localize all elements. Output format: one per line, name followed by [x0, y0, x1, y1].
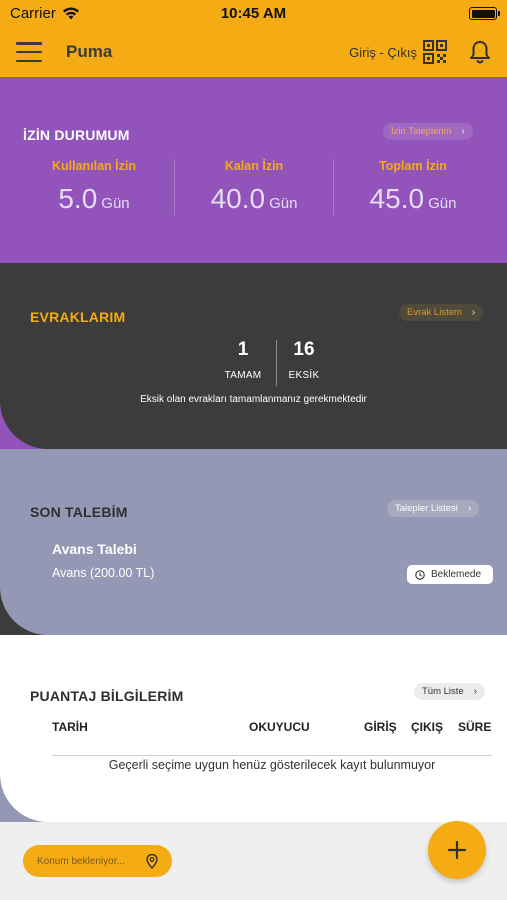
remaining-leave-label: Kalan İzin — [224, 159, 284, 173]
clock: 10:45 AM — [220, 5, 287, 22]
last-request-section-wrap: SON TALEBİM Talepler Listesi › Avans Tal… — [0, 449, 507, 635]
leave-status-section: İZİN DURUMUM İzin Taleplerim › Kullanıla… — [0, 77, 507, 263]
all-list-link[interactable]: Tüm Liste › — [414, 683, 486, 700]
status-bar: Carrier 10:45 AM — [0, 0, 507, 27]
documents-section-wrap: EVRAKLARIM Evrak Listem › 1 TAMAM 16 EKS… — [0, 263, 507, 449]
remaining-leave-value: 40.0 — [210, 183, 266, 214]
status-label: Beklemede — [431, 569, 482, 580]
document-list-link[interactable]: Evrak Listem › — [399, 304, 484, 321]
total-leave-stat: Toplam İzin 45.0 Gün — [333, 159, 493, 215]
qr-code-icon — [423, 40, 447, 64]
last-request-section: SON TALEBİM Talepler Listesi › Avans Tal… — [0, 449, 507, 635]
status-right — [337, 7, 500, 20]
bell-icon[interactable] — [469, 40, 491, 64]
carrier-label: Carrier — [10, 5, 56, 22]
checkin-label: Giriş - Çıkış — [349, 44, 417, 60]
missing-label: EKSİK — [288, 370, 320, 381]
docs-divider — [276, 340, 277, 386]
location-label: Konum bekleniyor... — [37, 855, 125, 867]
complete-docs-count: 1 TAMAM — [218, 339, 268, 381]
status-left: Carrier — [10, 5, 170, 22]
clock-icon — [415, 569, 425, 580]
used-leave-label: Kullanılan İzin — [51, 159, 137, 173]
requests-list-link[interactable]: Talepler Listesi › — [387, 500, 480, 517]
leave-requests-link[interactable]: İzin Taleplerim › — [383, 123, 473, 140]
status-badge: Beklemede — [407, 565, 493, 584]
chevron-right-icon: › — [467, 503, 472, 514]
timesheet-section: PUANTAJ BİLGİLERİM Tüm Liste › TARİH OKU… — [0, 635, 507, 822]
used-leave-stat: Kullanılan İzin 5.0 Gün — [14, 159, 174, 215]
column-header-out: ÇIKIŞ — [411, 720, 444, 734]
total-leave-label: Toplam İzin — [379, 159, 447, 173]
checkin-button[interactable]: Giriş - Çıkış — [349, 40, 447, 64]
table-divider — [52, 755, 492, 756]
request-title[interactable]: Avans Talebi — [52, 541, 137, 557]
documents-section: EVRAKLARIM Evrak Listem › 1 TAMAM 16 EKS… — [0, 263, 507, 449]
column-header-date: TARİH — [52, 720, 88, 734]
battery-icon — [469, 7, 500, 20]
leave-section-title: İZİN DURUMUM — [23, 127, 130, 143]
menu-icon[interactable] — [16, 42, 42, 62]
all-list-label: Tüm Liste — [422, 686, 464, 697]
timesheet-title: PUANTAJ BİLGİLERİM — [30, 688, 184, 704]
empty-state-message: Geçerli seçime uygun henüz gösterilecek … — [108, 758, 436, 772]
timesheet-section-wrap: PUANTAJ BİLGİLERİM Tüm Liste › TARİH OKU… — [0, 635, 507, 822]
wifi-icon — [62, 7, 79, 20]
remaining-leave-unit: Gün — [269, 195, 298, 212]
chevron-right-icon: › — [471, 307, 476, 318]
document-list-label: Evrak Listem — [407, 307, 462, 318]
requests-list-label: Talepler Listesi — [395, 503, 458, 514]
documents-section-title: EVRAKLARIM — [30, 309, 126, 325]
total-leave-unit: Gün — [428, 195, 457, 212]
used-leave-unit: Gün — [101, 195, 130, 212]
documents-message: Eksik olan evrakları tamamlanmanız gerek… — [140, 394, 367, 405]
column-header-in: GİRİŞ — [364, 720, 397, 734]
total-leave-value: 45.0 — [369, 183, 425, 214]
last-request-title: SON TALEBİM — [30, 504, 128, 520]
chevron-right-icon: › — [473, 686, 478, 697]
nav-bar: Puma Giriş - Çıkış — [0, 27, 507, 77]
request-detail: Avans (200.00 TL) — [52, 566, 155, 580]
complete-count: 1 — [237, 339, 249, 360]
page-title: Puma — [66, 42, 113, 61]
column-header-reader: OKUYUCU — [249, 720, 310, 734]
location-status-button[interactable]: Konum bekleniyor... — [23, 845, 172, 877]
missing-docs-count: 16 EKSİK — [282, 339, 326, 381]
remaining-leave-stat: Kalan İzin 40.0 Gün — [174, 159, 334, 215]
column-header-duration: SÜRE — [458, 720, 492, 734]
leave-requests-label: İzin Taleplerim — [391, 126, 452, 137]
add-button[interactable] — [428, 821, 486, 879]
complete-label: TAMAM — [224, 370, 262, 381]
plus-icon — [447, 840, 467, 860]
missing-count: 16 — [293, 339, 315, 360]
used-leave-value: 5.0 — [58, 183, 98, 214]
location-pin-icon — [146, 853, 158, 869]
chevron-right-icon: › — [461, 126, 465, 137]
